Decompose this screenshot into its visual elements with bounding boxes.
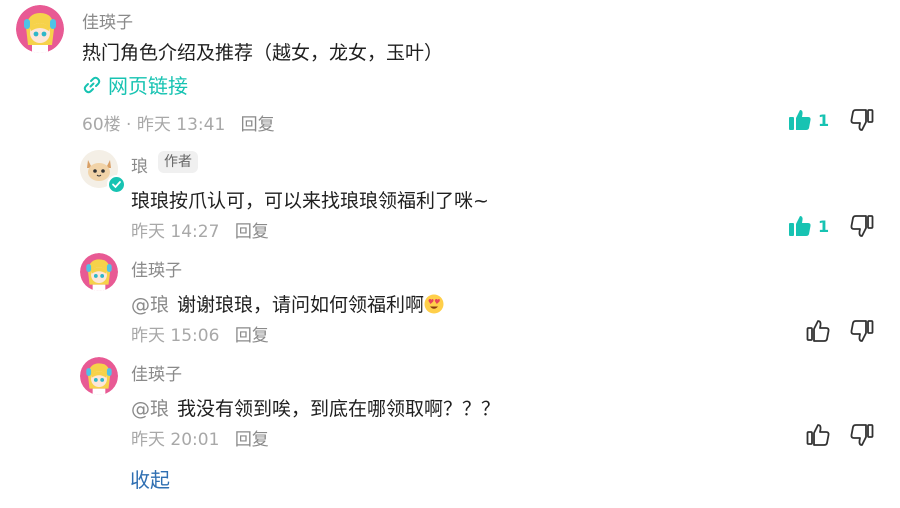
collapse-button[interactable]: 收起 bbox=[130, 464, 170, 493]
reply-button[interactable]: 回复 bbox=[235, 326, 269, 346]
dislike-button[interactable] bbox=[850, 214, 874, 238]
author-badge: 作者 bbox=[158, 151, 198, 173]
author-name[interactable]: 佳瑛子 bbox=[82, 8, 133, 33]
like-button[interactable]: 1 bbox=[788, 108, 829, 132]
reply-button[interactable]: 回复 bbox=[235, 222, 269, 242]
verified-badge-icon bbox=[107, 175, 126, 194]
like-count: 1 bbox=[818, 110, 830, 130]
mention[interactable]: @琅 bbox=[131, 398, 169, 420]
thumbs-down-icon bbox=[850, 320, 874, 342]
avatar[interactable] bbox=[80, 253, 118, 291]
reply-button[interactable]: 回复 bbox=[241, 115, 275, 135]
heart-eyes-emoji-icon bbox=[424, 294, 444, 314]
thumbs-up-filled-icon bbox=[789, 110, 811, 130]
reply-button[interactable]: 回复 bbox=[235, 430, 269, 450]
avatar[interactable] bbox=[80, 357, 118, 395]
comment-meta: 60楼 · 昨天 13:41 回复 bbox=[82, 110, 275, 135]
reply-meta: 昨天 15:06 回复 bbox=[131, 321, 269, 346]
thumbs-down-icon bbox=[850, 424, 874, 446]
like-button[interactable] bbox=[806, 423, 830, 447]
thumbs-down-icon bbox=[850, 215, 874, 237]
comment-thread: 佳瑛子 热门角色介绍及推荐（越女，龙女，玉叶） 网页链接 60楼 · 昨天 13… bbox=[0, 0, 900, 508]
meta-separator: · bbox=[126, 115, 132, 135]
like-button[interactable] bbox=[806, 319, 830, 343]
avatar[interactable] bbox=[16, 5, 64, 53]
floor-number: 60楼 bbox=[82, 115, 121, 135]
reply-content: @琅 谢谢琅琅，请问如何领福利啊 bbox=[131, 290, 444, 317]
dislike-button[interactable] bbox=[850, 108, 874, 132]
timestamp: 昨天 14:27 bbox=[131, 222, 220, 242]
thumbs-up-outline-icon bbox=[806, 424, 830, 446]
reply-meta: 昨天 14:27 回复 bbox=[131, 217, 269, 242]
dislike-button[interactable] bbox=[850, 319, 874, 343]
link-text: 网页链接 bbox=[108, 74, 188, 98]
timestamp: 昨天 20:01 bbox=[131, 430, 220, 450]
thumbs-up-filled-icon bbox=[789, 216, 811, 236]
web-link[interactable]: 网页链接 bbox=[82, 70, 188, 99]
reply-text: 我没有领到唉，到底在哪领取啊？？？ bbox=[177, 398, 501, 420]
reply-content: @琅 我没有领到唉，到底在哪领取啊？？？ bbox=[131, 394, 500, 421]
link-icon bbox=[83, 76, 101, 93]
author-name[interactable]: 琅 bbox=[131, 152, 148, 177]
timestamp: 昨天 13:41 bbox=[136, 115, 226, 135]
author-name[interactable]: 佳瑛子 bbox=[131, 360, 182, 385]
reply-content: 琅琅按爪认可，可以来找琅琅领福利了咪~ bbox=[131, 190, 489, 212]
like-button[interactable]: 1 bbox=[788, 214, 829, 238]
dislike-button[interactable] bbox=[850, 423, 874, 447]
reply-meta: 昨天 20:01 回复 bbox=[131, 425, 269, 450]
thumbs-up-outline-icon bbox=[806, 320, 830, 342]
thumbs-down-icon bbox=[850, 109, 874, 131]
mention[interactable]: @琅 bbox=[131, 294, 169, 316]
reply-text: 谢谢琅琅，请问如何领福利啊 bbox=[177, 294, 425, 316]
timestamp: 昨天 15:06 bbox=[131, 326, 220, 346]
like-count: 1 bbox=[818, 216, 830, 236]
comment-content: 热门角色介绍及推荐（越女，龙女，玉叶） bbox=[82, 42, 444, 64]
author-name[interactable]: 佳瑛子 bbox=[131, 256, 182, 281]
